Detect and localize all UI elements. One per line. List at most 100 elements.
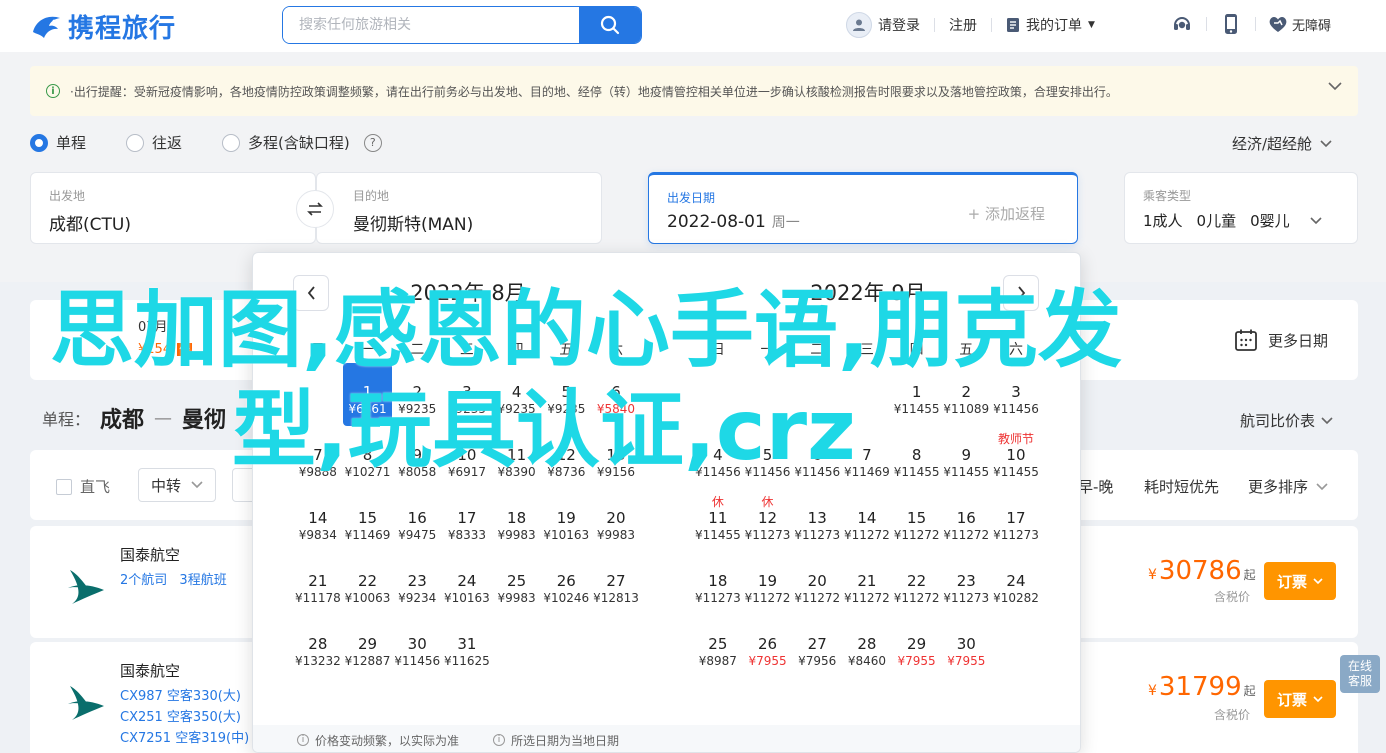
flight-number-link[interactable]: CX7251 空客319(中) (120, 728, 249, 749)
day-cell[interactable]: 14 ¥11272 (842, 489, 892, 552)
day-cell[interactable]: 19 ¥11272 (743, 552, 793, 615)
destination-field[interactable]: 目的地 曼彻斯特(MAN) (316, 172, 602, 244)
day-cell[interactable]: 2 ¥11089 (941, 363, 991, 426)
sort-early-late[interactable]: 早-晚 (1078, 476, 1113, 497)
customer-service-icon[interactable] (1170, 12, 1194, 36)
selected-day-cell[interactable]: 1 ¥6361 (342, 363, 393, 426)
ctrip-logo[interactable]: 携程旅行 (30, 8, 176, 45)
mobile-app-icon[interactable] (1219, 12, 1243, 36)
day-cell[interactable]: 19 ¥10163 (541, 489, 591, 552)
day-cell[interactable]: 27 ¥7956 (792, 615, 842, 678)
date-strip-cell[interactable]: 07月 ¥154 低 (138, 316, 193, 357)
day-cell[interactable]: 6 ¥5840 (591, 363, 641, 426)
day-cell[interactable]: 9 ¥8058 (392, 426, 442, 489)
add-return-button[interactable]: + 添加返程 (968, 203, 1045, 224)
day-cell[interactable]: 教师节 10 ¥11455 (991, 426, 1041, 489)
day-cell[interactable]: 13 ¥11273 (792, 489, 842, 552)
day-cell[interactable]: 24 ¥10282 (991, 552, 1041, 615)
passenger-field[interactable]: 乘客类型 1成人 0儿童 0婴儿 (1124, 172, 1358, 244)
day-cell[interactable]: 6 ¥11456 (792, 426, 842, 489)
day-cell[interactable]: 23 ¥9234 (392, 552, 442, 615)
day-cell[interactable]: 10 ¥6917 (442, 426, 492, 489)
day-cell[interactable]: 25 ¥8987 (693, 615, 743, 678)
book-button[interactable]: 订票 (1264, 680, 1336, 718)
day-cell[interactable]: 20 ¥11272 (792, 552, 842, 615)
search-input[interactable] (283, 7, 579, 43)
day-cell[interactable]: 15 ¥11272 (892, 489, 942, 552)
day-cell[interactable]: 4 ¥11456 (693, 426, 743, 489)
day-cell[interactable]: 11 ¥8390 (492, 426, 542, 489)
book-button[interactable]: 订票 (1264, 562, 1336, 600)
day-cell[interactable]: 25 ¥9983 (492, 552, 542, 615)
weekday-label: 四 (909, 342, 924, 358)
direct-only-checkbox[interactable]: 直飞 (56, 476, 110, 497)
day-cell[interactable]: 4 ¥9235 (492, 363, 542, 426)
my-orders-menu[interactable]: 我的订单 ▼ (1006, 15, 1095, 35)
more-sort-menu[interactable]: 更多排序 (1248, 476, 1328, 497)
day-cell[interactable]: 休 12 ¥11273 (743, 489, 793, 552)
day-cell[interactable]: 8 ¥11455 (892, 426, 942, 489)
day-cell[interactable]: 15 ¥11469 (343, 489, 393, 552)
day-cell[interactable]: 17 ¥8333 (442, 489, 492, 552)
day-cell[interactable]: 29 ¥7955 (892, 615, 942, 678)
day-cell[interactable]: 12 ¥8736 (541, 426, 591, 489)
help-question-icon[interactable]: ? (363, 133, 382, 152)
airline-compare-toggle[interactable]: 航司比价表 (1240, 410, 1333, 431)
day-cell[interactable]: 27 ¥12813 (591, 552, 641, 615)
search-button[interactable] (579, 7, 641, 43)
top-header: 携程旅行 请登录 注册 我的订单 ▼ (0, 0, 1386, 52)
day-cell[interactable]: 18 ¥11273 (693, 552, 743, 615)
day-cell[interactable]: 5 ¥9235 (541, 363, 591, 426)
day-cell[interactable]: 31 ¥11625 (442, 615, 492, 678)
day-cell[interactable]: 24 ¥10163 (442, 552, 492, 615)
day-cell[interactable]: 18 ¥9983 (492, 489, 542, 552)
day-cell[interactable]: 休 11 ¥11455 (693, 489, 743, 552)
day-cell[interactable]: 23 ¥11273 (941, 552, 991, 615)
day-cell[interactable]: 3 ¥9235 (442, 363, 492, 426)
day-cell[interactable]: 21 ¥11178 (293, 552, 343, 615)
day-cell[interactable]: 7 ¥9888 (293, 426, 343, 489)
day-cell[interactable]: 21 ¥11272 (842, 552, 892, 615)
day-cell[interactable]: 16 ¥9475 (392, 489, 442, 552)
day-cell[interactable]: 9 ¥11455 (941, 426, 991, 489)
transfer-filter[interactable]: 中转 (138, 468, 217, 502)
cabin-class-select[interactable]: 经济/超经舱 (1232, 133, 1332, 154)
day-cell[interactable]: 30 ¥7955 (941, 615, 991, 678)
airline-count-link[interactable]: 2个航司 (120, 573, 167, 588)
segment-count-link[interactable]: 3程航班 (179, 573, 226, 588)
flight-number-link[interactable]: CX251 空客350(大) (120, 707, 249, 728)
more-dates-button[interactable]: 更多日期 (1234, 328, 1328, 352)
day-cell[interactable]: 22 ¥11272 (892, 552, 942, 615)
day-cell[interactable]: 7 ¥11469 (842, 426, 892, 489)
departure-date-field[interactable]: 出发日期 2022-08-01 周一 + 添加返程 (648, 172, 1078, 244)
day-cell[interactable]: 8 ¥10271 (343, 426, 393, 489)
day-cell[interactable]: 14 ¥9834 (293, 489, 343, 552)
day-cell[interactable]: 17 ¥11273 (991, 489, 1041, 552)
accessibility-toggle[interactable]: 无障碍 (1268, 15, 1331, 34)
departure-field[interactable]: 出发地 成都(CTU) (30, 172, 316, 244)
flight-number-link[interactable]: CX987 空客330(大) (120, 686, 249, 707)
day-cell[interactable]: 2 ¥9235 (392, 363, 442, 426)
sort-shortest[interactable]: 耗时短优先 (1144, 476, 1219, 497)
day-cell[interactable]: 26 ¥7955 (743, 615, 793, 678)
day-cell[interactable]: 26 ¥10246 (541, 552, 591, 615)
day-cell[interactable]: 16 ¥11272 (941, 489, 991, 552)
swap-cities-button[interactable] (296, 190, 334, 228)
trip-type-multicity[interactable]: 多程(含缺口程) ? (222, 132, 382, 153)
trip-type-oneway[interactable]: 单程 (30, 132, 86, 153)
day-cell[interactable]: 22 ¥10063 (343, 552, 393, 615)
day-cell[interactable]: 3 ¥11456 (991, 363, 1041, 426)
day-cell[interactable]: 28 ¥8460 (842, 615, 892, 678)
online-service-button[interactable]: 在线客服 (1340, 655, 1380, 693)
day-cell[interactable]: 28 ¥13232 (293, 615, 343, 678)
day-cell[interactable]: 13 ¥9156 (591, 426, 641, 489)
day-cell[interactable]: 20 ¥9983 (591, 489, 641, 552)
login-link[interactable]: 请登录 (846, 12, 920, 38)
day-cell[interactable]: 29 ¥12887 (343, 615, 393, 678)
day-cell[interactable]: 5 ¥11456 (743, 426, 793, 489)
expand-notice-chevron-icon[interactable] (1328, 80, 1342, 94)
trip-type-roundtrip[interactable]: 往返 (126, 132, 182, 153)
day-cell[interactable]: 1 ¥11455 (892, 363, 942, 426)
day-cell[interactable]: 30 ¥11456 (392, 615, 442, 678)
register-link[interactable]: 注册 (949, 15, 977, 35)
